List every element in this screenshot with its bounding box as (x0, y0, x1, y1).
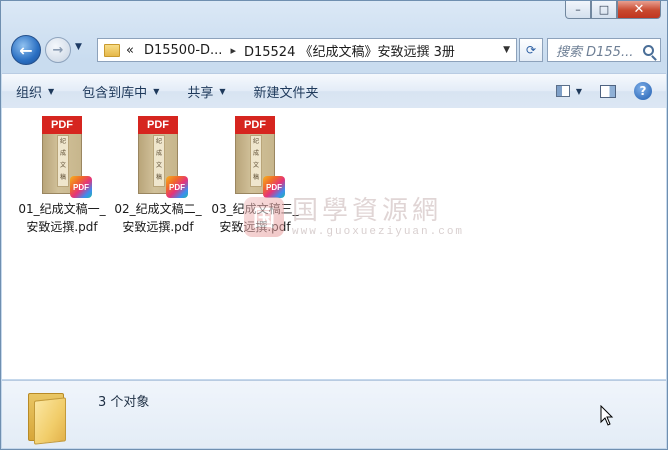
command-bar: 组织 ▼ 包含到库中 ▼ 共享 ▼ 新建文件夹 ▼ ? (2, 73, 666, 109)
file-list: 纪 成 文 稿 PDF PDF 01_纪成文稿一_ 安致远撰.pdf 纪 成 文… (2, 108, 666, 379)
close-button[interactable]: ✕ (617, 1, 661, 19)
back-arrow-icon: ← (19, 40, 33, 60)
refresh-icon: ⟳ (525, 43, 537, 57)
organize-label: 组织 (16, 85, 43, 101)
pdf-app-badge-icon: PDF (70, 176, 92, 198)
cover-char: 纪 (59, 138, 66, 145)
watermark-url: www.guoxueziyuan.com (292, 226, 465, 238)
forward-arrow-icon: → (52, 42, 64, 58)
change-view-icon[interactable] (555, 85, 570, 97)
watermark: 国 国學資源網 www.guoxueziyuan.com (244, 196, 464, 238)
watermark-site-name: 国學資源網 (292, 196, 443, 226)
cover-char: 文 (252, 162, 259, 169)
recent-pages-dropdown[interactable]: ▼ (75, 42, 82, 52)
help-icon[interactable]: ? (634, 82, 652, 100)
file-name-line1: 01_纪成文稿一_ (18, 202, 106, 216)
cover-char: 稿 (155, 174, 162, 181)
file-name-line2: 安致远撰.pdf (122, 220, 194, 234)
pdf-file-icon: 纪 成 文 稿 PDF PDF (134, 114, 188, 198)
view-options-chevron-icon[interactable]: ▼ (576, 87, 582, 96)
chevron-down-icon: ▼ (48, 86, 55, 96)
search-icon[interactable] (643, 44, 654, 56)
pdf-band: PDF (138, 116, 178, 134)
breadcrumb-segment-current[interactable]: D15524 《纪成文稿》安致远撰 3册 (244, 41, 455, 60)
new-folder-label: 新建文件夹 (253, 85, 319, 101)
preview-pane-icon[interactable] (600, 84, 616, 98)
view-controls: ▼ ? (555, 82, 666, 100)
cover-char: 稿 (59, 174, 66, 181)
pdf-app-badge-icon: PDF (166, 176, 188, 198)
watermark-text: 国學資源網 www.guoxueziyuan.com (292, 196, 464, 238)
cover-char: 成 (252, 150, 259, 157)
file-name-line1: 02_纪成文稿二_ (114, 202, 202, 216)
folder-icon (104, 43, 120, 57)
cover-char: 文 (59, 162, 66, 169)
refresh-button[interactable]: ⟳ (519, 38, 543, 62)
pdf-file-icon: 纪 成 文 稿 PDF PDF (38, 114, 92, 198)
cover-char: 文 (155, 162, 162, 169)
pdf-band: PDF (235, 116, 275, 134)
share-label: 共享 (187, 85, 214, 101)
new-folder-button[interactable]: 新建文件夹 (240, 82, 333, 101)
minimize-button[interactable]: – (565, 1, 591, 19)
organize-menu[interactable]: 组织 ▼ (2, 82, 68, 101)
forward-button[interactable]: → (45, 37, 71, 63)
share-menu[interactable]: 共享 ▼ (173, 82, 239, 101)
chevron-down-icon: ▼ (219, 86, 226, 96)
cover-char: 纪 (155, 138, 162, 145)
folder-icon (26, 389, 66, 445)
details-pane: 3 个对象 (2, 380, 666, 448)
file-name-line2: 安致远撰.pdf (26, 220, 98, 234)
chevron-down-icon: ▼ (153, 86, 160, 96)
item-count: 3 个对象 (98, 395, 150, 410)
back-button[interactable]: ← (11, 35, 41, 65)
maximize-button[interactable]: □ (591, 1, 617, 19)
cover-char: 成 (155, 150, 162, 157)
pdf-app-badge-icon: PDF (263, 176, 285, 198)
address-dropdown-icon[interactable]: ▼ (503, 45, 510, 55)
watermark-logo-icon: 国 (244, 197, 284, 237)
cover-title-strip: 纪 成 文 稿 (57, 135, 69, 187)
breadcrumb-segment-parent[interactable]: D15500-D... (144, 43, 222, 58)
breadcrumb-separator-icon[interactable]: ▸ (230, 44, 236, 57)
explorer-window: – □ ✕ ← → ▼ « D15500-D... ▸ D15524 《纪成文稿… (0, 0, 668, 450)
cover-char: 成 (59, 150, 66, 157)
pdf-band: PDF (42, 116, 82, 134)
address-overflow-chevron[interactable]: « (126, 43, 134, 58)
search-input[interactable]: 搜索 D155... (547, 38, 661, 62)
file-item[interactable]: 纪 成 文 稿 PDF PDF 02_纪成文稿二_ 安致远撰.pdf (110, 114, 206, 236)
address-bar[interactable]: « D15500-D... ▸ D15524 《纪成文稿》安致远撰 3册 ▼ (97, 38, 517, 62)
cover-title-strip: 纪 成 文 稿 (250, 135, 262, 187)
include-in-library-label: 包含到库中 (82, 85, 148, 101)
caption-buttons: – □ ✕ (565, 1, 661, 19)
cover-title-strip: 纪 成 文 稿 (153, 135, 165, 187)
file-item[interactable]: 纪 成 文 稿 PDF PDF 01_纪成文稿一_ 安致远撰.pdf (14, 114, 110, 236)
include-in-library-menu[interactable]: 包含到库中 ▼ (68, 82, 173, 101)
cover-char: 稿 (252, 174, 259, 181)
search-placeholder: 搜索 D155... (556, 44, 634, 60)
cover-char: 纪 (252, 138, 259, 145)
pdf-file-icon: 纪 成 文 稿 PDF PDF (231, 114, 285, 198)
navigation-bar: ← → ▼ « D15500-D... ▸ D15524 《纪成文稿》安致远撰 … (9, 33, 661, 67)
